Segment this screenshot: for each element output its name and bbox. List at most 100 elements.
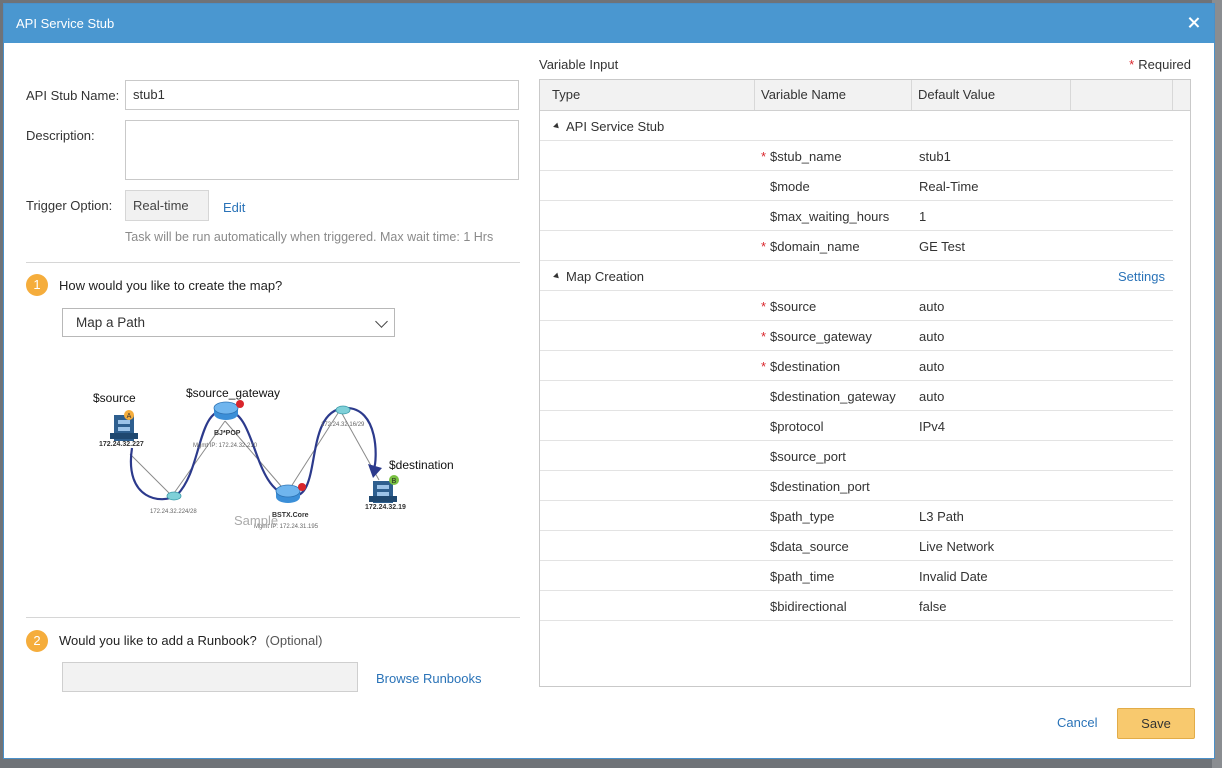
table-row[interactable]: $path_type L3 Path — [540, 501, 1173, 531]
variable-name-cell: $source_gateway — [770, 329, 872, 344]
variable-table: Type Variable Name Default Value API Ser… — [539, 79, 1191, 687]
section-divider — [26, 262, 520, 263]
default-value-cell[interactable]: Real-Time — [919, 179, 978, 194]
group-row-map-creation[interactable]: Map Creation Settings — [540, 261, 1173, 291]
required-star-icon: * — [761, 329, 767, 344]
table-row[interactable]: $path_time Invalid Date — [540, 561, 1173, 591]
column-header-variable-name[interactable]: Variable Name — [755, 80, 912, 110]
required-star-icon: * — [1129, 57, 1135, 72]
column-header-spacer — [1071, 80, 1173, 110]
default-value-cell[interactable]: auto — [919, 299, 944, 314]
variable-name-cell: $path_time — [770, 569, 835, 584]
badge-a-label: A — [127, 413, 132, 420]
table-row[interactable]: * $source_gateway auto — [540, 321, 1173, 351]
default-value-cell[interactable]: auto — [919, 359, 944, 374]
variable-name-cell: $destination_port — [770, 479, 870, 494]
table-row[interactable]: $max_waiting_hours 1 — [540, 201, 1173, 231]
default-value-cell[interactable]: 1 — [919, 209, 926, 224]
source-server-icon — [110, 415, 138, 441]
close-icon[interactable] — [1184, 13, 1204, 33]
api-service-stub-dialog: API Service Stub API Stub Name: stub1 De… — [3, 3, 1215, 759]
required-legend: * Required — [1129, 57, 1191, 72]
gateway-mgmt-ip: Mgmt IP: 172.24.32.210 — [193, 443, 258, 449]
dialog-title: API Service Stub — [16, 16, 115, 31]
variable-name-cell: $source — [770, 299, 817, 314]
variable-name-cell: $bidirectional — [770, 599, 847, 614]
collapse-triangle-icon[interactable] — [553, 122, 561, 131]
variable-name-cell: $data_source — [770, 539, 849, 554]
default-value-cell[interactable]: auto — [919, 329, 944, 344]
variable-name-cell: $mode — [770, 179, 810, 194]
required-star-icon: * — [761, 359, 767, 374]
default-value-cell[interactable]: auto — [919, 389, 944, 404]
group-label: API Service Stub — [566, 119, 665, 134]
section-divider — [26, 617, 520, 618]
default-value-cell[interactable]: L3 Path — [919, 509, 964, 524]
description-label: Description: — [26, 128, 95, 143]
default-value-cell[interactable]: Invalid Date — [919, 569, 988, 584]
save-button[interactable]: Save — [1117, 708, 1195, 739]
description-textarea[interactable] — [125, 120, 519, 180]
link-2-ip: 172.24.32.16/29 — [321, 422, 365, 428]
required-label: Required — [1138, 57, 1191, 72]
table-row[interactable]: $destination_port — [540, 471, 1173, 501]
table-row[interactable]: $bidirectional false — [540, 591, 1173, 621]
edit-trigger-link[interactable]: Edit — [223, 200, 245, 215]
variable-name-cell: $destination_gateway — [770, 389, 896, 404]
source-label: $source — [93, 391, 136, 405]
table-row[interactable]: $source_port — [540, 441, 1173, 471]
table-row[interactable]: * $source auto — [540, 291, 1173, 321]
link-1-ip: 172.24.32.224/28 — [150, 509, 197, 515]
table-row[interactable]: $data_source Live Network — [540, 531, 1173, 561]
chevron-down-icon — [375, 315, 388, 328]
cancel-button[interactable]: Cancel — [1057, 715, 1097, 730]
sample-caption: Sample — [234, 513, 279, 528]
step-2-title-text: Would you like to add a Runbook? — [59, 633, 257, 648]
stub-name-label: API Stub Name: — [26, 88, 120, 103]
runbook-input[interactable] — [62, 662, 358, 692]
switch-icon — [335, 405, 351, 415]
settings-link[interactable]: Settings — [1118, 269, 1165, 284]
table-row[interactable]: $mode Real-Time — [540, 171, 1173, 201]
source-ip: 172.24.32.227 — [99, 441, 144, 448]
step-2-title: Would you like to add a Runbook? (Option… — [59, 633, 322, 648]
default-value-cell[interactable]: false — [919, 599, 946, 614]
table-row[interactable]: * $domain_name GE Test — [540, 231, 1173, 261]
default-value-cell[interactable]: Live Network — [919, 539, 994, 554]
destination-label: $destination — [389, 458, 454, 472]
variable-name-cell: $max_waiting_hours — [770, 209, 890, 224]
table-row[interactable]: $protocol IPv4 — [540, 411, 1173, 441]
table-row[interactable]: * $stub_name stub1 — [540, 141, 1173, 171]
variable-name-cell: $stub_name — [770, 149, 842, 164]
optional-tag: (Optional) — [265, 633, 323, 648]
variable-name-cell: $path_type — [770, 509, 835, 524]
table-row[interactable]: $destination_gateway auto — [540, 381, 1173, 411]
collapse-triangle-icon[interactable] — [553, 272, 561, 281]
gateway-device: BJ*POP — [214, 430, 241, 437]
column-header-default-value[interactable]: Default Value — [912, 80, 1071, 110]
gateway-label: $source_gateway — [186, 386, 280, 400]
default-value-cell[interactable]: GE Test — [919, 239, 965, 254]
column-header-type[interactable]: Type — [540, 80, 755, 110]
variable-input-title: Variable Input — [539, 57, 619, 72]
badge-b-label: B — [392, 478, 397, 485]
required-star-icon: * — [761, 299, 767, 314]
browse-runbooks-link[interactable]: Browse Runbooks — [376, 671, 482, 686]
stub-name-input[interactable]: stub1 — [125, 80, 519, 110]
step-1-badge: 1 — [26, 274, 48, 296]
switch-icon — [166, 491, 182, 501]
map-method-select[interactable]: Map a Path — [62, 308, 395, 337]
variable-name-cell: $domain_name — [770, 239, 860, 254]
trigger-option-label: Trigger Option: — [26, 198, 113, 213]
default-value-cell[interactable]: stub1 — [919, 149, 951, 164]
variable-name-cell: $protocol — [770, 419, 824, 434]
trigger-option-value: Real-time — [125, 190, 209, 221]
sample-path-diagram: A B $source 172.24.32.227 $source_gatewa… — [93, 386, 454, 530]
default-value-cell[interactable]: IPv4 — [919, 419, 945, 434]
variable-name-cell: $source_port — [770, 449, 846, 464]
required-star-icon: * — [761, 239, 767, 254]
table-header: Type Variable Name Default Value — [540, 80, 1190, 111]
group-label: Map Creation — [566, 269, 645, 284]
table-row[interactable]: * $destination auto — [540, 351, 1173, 381]
group-row-api-service-stub[interactable]: API Service Stub — [540, 111, 1173, 141]
